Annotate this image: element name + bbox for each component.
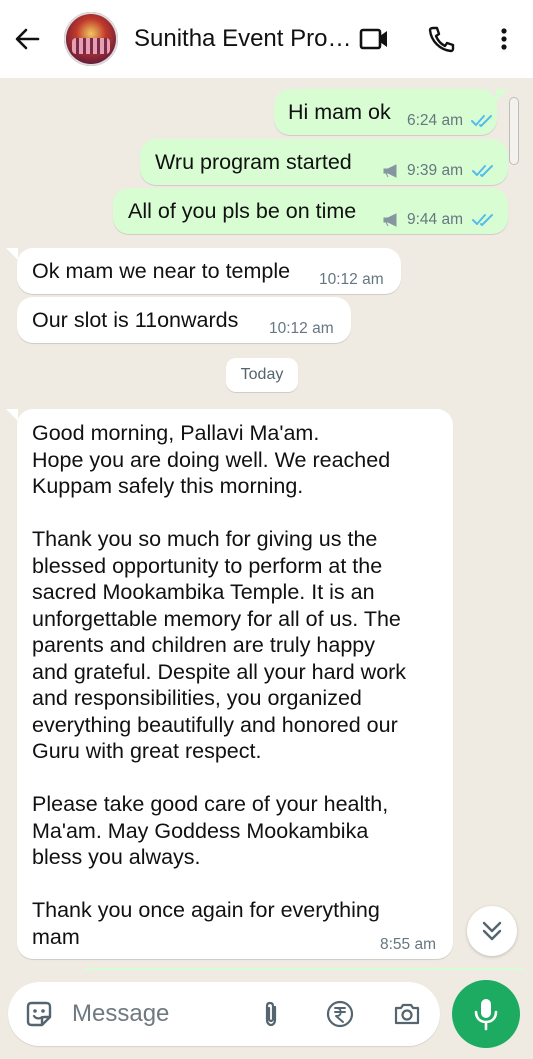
camera-icon[interactable] [392, 999, 422, 1029]
message-text: Hi mam ok [288, 100, 391, 124]
emoji-sticker-icon[interactable] [24, 999, 54, 1029]
scrollbar[interactable] [509, 97, 519, 165]
message-text-long: Good morning, Pallavi Ma'am. Hope you ar… [32, 421, 407, 949]
microphone-icon [474, 999, 498, 1031]
message-bubble-outgoing[interactable]: All of you pls be on time 9:44 am [113, 188, 508, 234]
message-text: Wru program started [155, 150, 352, 174]
read-ticks-icon [471, 115, 492, 127]
scroll-to-bottom-button[interactable] [467, 906, 517, 956]
message-time: 9:44 am [407, 211, 464, 228]
chat-header: Sunitha Event Pro… [0, 0, 533, 78]
broadcast-megaphone-icon [383, 213, 397, 227]
broadcast-megaphone-icon [383, 164, 397, 178]
message-text: Ok mam we near to temple [32, 259, 291, 283]
message-bubble-incoming[interactable]: Our slot is 11onwards 10:12 am [17, 297, 351, 343]
double-chevron-down-icon [482, 921, 502, 941]
rupee-payment-icon[interactable] [325, 999, 355, 1029]
phone-call-icon[interactable] [426, 24, 458, 54]
message-bubble-outgoing[interactable]: Wru program started 9:39 am [140, 139, 508, 185]
contact-avatar[interactable] [64, 12, 118, 66]
read-ticks-icon [472, 165, 493, 177]
message-time: 6:24 am [407, 112, 464, 129]
attachment-icon[interactable] [256, 999, 286, 1029]
contact-name[interactable]: Sunitha Event Pro… [134, 25, 351, 53]
read-ticks-icon [472, 214, 493, 226]
message-time: 10:12 am [319, 271, 384, 288]
message-text: Our slot is 11onwards [32, 308, 239, 332]
message-bubble-incoming[interactable]: Ok mam we near to temple 10:12 am [17, 248, 401, 294]
message-bubble-outgoing[interactable]: Hi mam ok 6:24 am [274, 89, 497, 135]
date-separator: Today [226, 358, 298, 392]
message-time: 9:39 am [407, 162, 464, 179]
back-arrow-icon[interactable] [12, 24, 42, 54]
message-placeholder: Message [72, 1000, 170, 1027]
more-options-icon[interactable] [488, 24, 520, 54]
message-text: All of you pls be on time [128, 199, 357, 223]
video-call-icon[interactable] [358, 24, 390, 54]
message-time: 10:12 am [269, 320, 334, 337]
voice-message-button[interactable] [452, 980, 520, 1048]
